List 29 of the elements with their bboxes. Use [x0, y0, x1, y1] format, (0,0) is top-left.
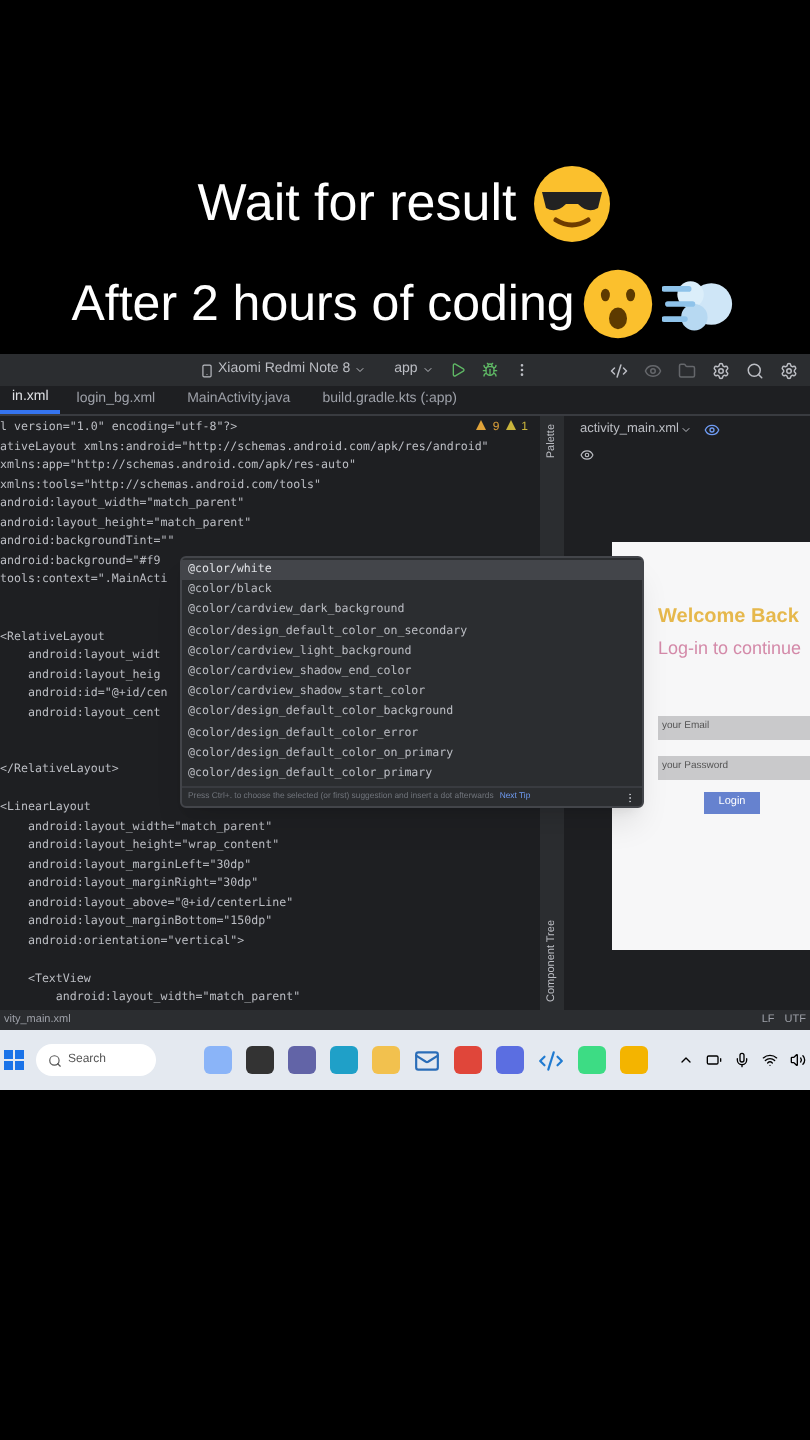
windows-icon[interactable]: [4, 1050, 24, 1070]
caret-icon: [680, 424, 693, 436]
welcome-subtitle: Log-in to continue: [658, 636, 804, 662]
volume-icon[interactable]: [790, 1052, 806, 1068]
warning-icon: [476, 420, 487, 430]
caption: Wait for result: [197, 170, 517, 236]
caret-icon[interactable]: [678, 1052, 694, 1068]
mail-icon[interactable]: [414, 1047, 440, 1073]
run-icon[interactable]: [449, 362, 466, 378]
caret-icon: [354, 364, 367, 376]
wifi-icon[interactable]: [762, 1052, 778, 1068]
search-icon[interactable]: [746, 361, 764, 379]
caption: After 2 hours of coding: [71, 273, 575, 335]
caret-icon: [421, 364, 434, 376]
eye-icon[interactable]: [580, 447, 594, 461]
battery-icon[interactable]: [706, 1052, 722, 1068]
eye-icon[interactable]: [704, 422, 721, 438]
warning-icon: [505, 420, 516, 430]
search-icon: [48, 1053, 62, 1067]
welcome-title: Welcome Back: [658, 604, 801, 632]
bug-icon[interactable]: [481, 362, 498, 378]
sunglasses-face-icon: [532, 163, 613, 243]
gear-icon[interactable]: [712, 361, 730, 379]
code-editor-icon[interactable]: [538, 1047, 564, 1073]
surprised-face-icon: [582, 268, 655, 341]
settings-icon[interactable]: [780, 361, 798, 379]
microphone-icon[interactable]: [734, 1052, 750, 1068]
code-icon[interactable]: [610, 361, 628, 379]
phone-icon: [200, 363, 214, 377]
